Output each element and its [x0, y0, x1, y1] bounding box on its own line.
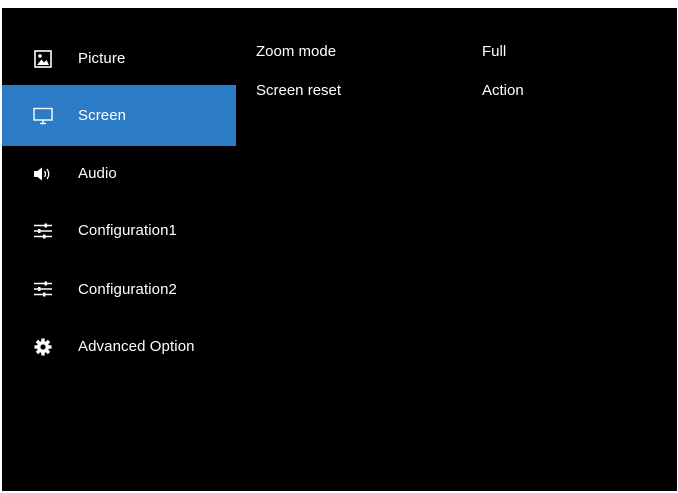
gear-icon: [33, 318, 53, 375]
sidebar-item-advanced-option[interactable]: Advanced Option: [2, 318, 236, 375]
sidebar-item-configuration1[interactable]: Configuration1: [2, 201, 236, 260]
sidebar-item-configuration2[interactable]: Configuration2: [2, 260, 236, 318]
setting-name: Screen reset: [256, 82, 342, 99]
setting-value: Full: [482, 43, 507, 60]
setting-value: Action: [482, 82, 524, 99]
sliders-icon: [33, 201, 53, 260]
sidebar-item-label: Picture: [78, 50, 126, 67]
speaker-icon: [33, 146, 53, 201]
setting-name: Zoom mode: [256, 43, 337, 60]
sidebar-item-label: Advanced Option: [78, 338, 195, 355]
monitor-icon: [33, 85, 53, 146]
sidebar-item-picture[interactable]: Picture: [2, 32, 236, 85]
osd-menu: Picture Screen Audio Configuration1 Conf…: [2, 8, 677, 491]
sidebar-item-label: Configuration1: [78, 222, 177, 239]
sliders-icon: [33, 260, 53, 318]
picture-icon: [33, 32, 53, 85]
setting-zoom-mode[interactable]: Zoom mode Full: [256, 32, 656, 71]
sidebar-menu: Picture Screen Audio Configuration1 Conf…: [2, 32, 236, 375]
settings-panel: Zoom mode Full Screen reset Action: [256, 32, 656, 110]
sidebar-item-label: Screen: [78, 107, 127, 124]
sidebar-item-label: Audio: [78, 165, 117, 182]
sidebar-item-label: Configuration2: [78, 280, 177, 298]
sidebar-item-screen[interactable]: Screen: [2, 85, 236, 146]
sidebar-item-audio[interactable]: Audio: [2, 146, 236, 201]
setting-screen-reset[interactable]: Screen reset Action: [256, 71, 656, 110]
